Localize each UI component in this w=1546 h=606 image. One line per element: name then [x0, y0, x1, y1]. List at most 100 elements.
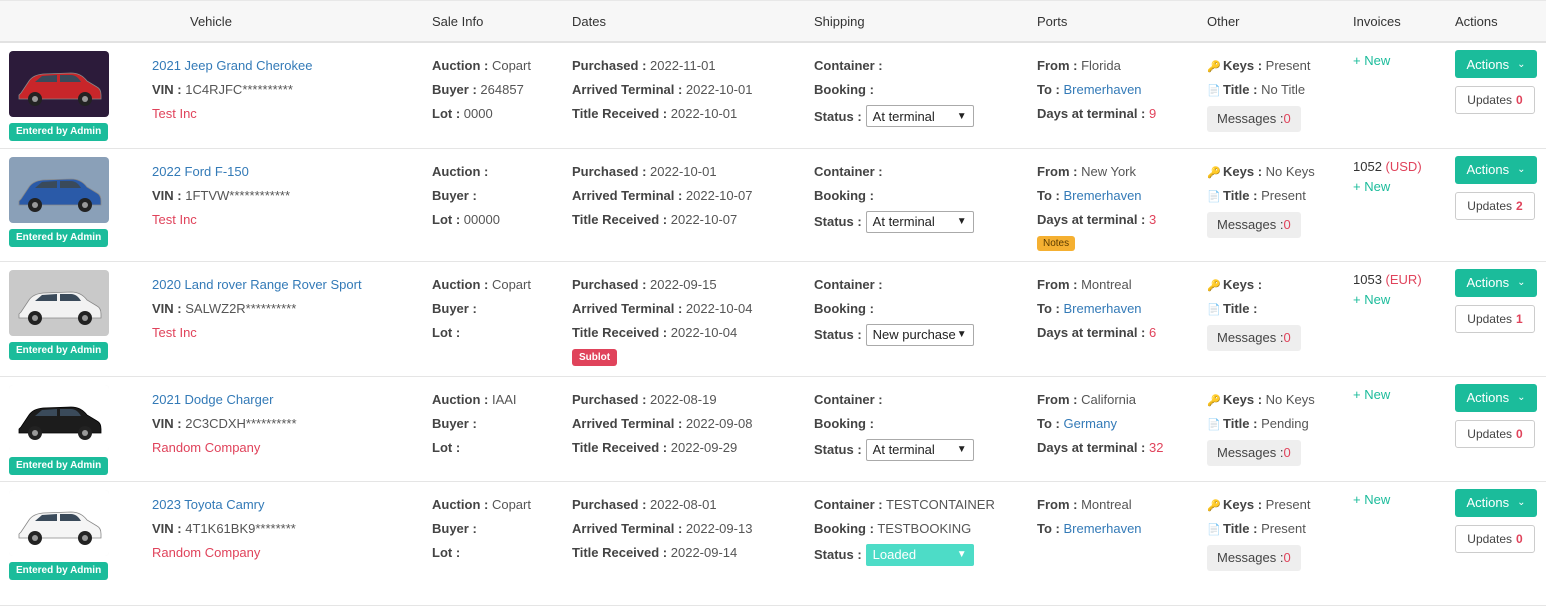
messages-button[interactable]: Messages :0	[1207, 211, 1301, 238]
company-link[interactable]: Test Inc	[152, 321, 432, 345]
vehicle-name-link[interactable]: 2023 Toyota Camry	[152, 493, 432, 517]
status-select[interactable]: At terminal ▼	[865, 105, 974, 127]
chevron-down-icon: ⌄	[1517, 164, 1526, 175]
new-invoice-link[interactable]: + New	[1353, 385, 1455, 405]
purchased-line: Purchased : 2022-09-15	[572, 276, 717, 292]
title-line: 📄 Title :	[1207, 297, 1353, 321]
document-icon: 📄	[1207, 523, 1221, 536]
document-icon: 📄	[1207, 85, 1221, 97]
vehicle-photo[interactable]	[9, 156, 109, 223]
auction-line: Auction : IAAI	[432, 391, 517, 407]
messages-button[interactable]: Messages :0	[1207, 324, 1301, 351]
new-invoice-link[interactable]: + New	[1353, 177, 1455, 197]
messages-button[interactable]: Messages :0	[1207, 544, 1301, 571]
vehicle-photo[interactable]	[9, 384, 109, 451]
status-select[interactable]: New purchase ▼	[865, 323, 974, 346]
header-dates: Dates	[572, 0, 814, 43]
days-line: Days at terminal : 9	[1037, 106, 1157, 121]
vehicle-photo[interactable]	[9, 269, 109, 336]
company-link[interactable]: Random Company	[152, 436, 432, 460]
new-invoice-link[interactable]: + New	[1353, 51, 1455, 71]
actions-button[interactable]: Actions ⌄	[1455, 383, 1537, 412]
title-line: 📄 Title : No Title	[1207, 78, 1353, 102]
updates-button[interactable]: Updates 0	[1455, 419, 1535, 448]
car-illustration	[9, 489, 109, 556]
actions-button[interactable]: Actions ⌄	[1455, 50, 1537, 78]
title-received-line: Title Received : 2022-09-14	[572, 544, 738, 560]
status-select[interactable]: At terminal ▼	[865, 210, 974, 233]
title-line: 📄 Title : Present	[1207, 517, 1353, 541]
invoice-entry[interactable]: 1052 (USD)	[1353, 157, 1455, 177]
status-select[interactable]: At terminal ▼	[865, 438, 974, 461]
lot-line: Lot :	[432, 439, 461, 455]
entered-by-badge: Entered by Admin	[9, 561, 109, 580]
booking-line: Booking : TESTBOOKING	[814, 520, 972, 536]
booking-line: Booking :	[814, 415, 874, 431]
days-line: Days at terminal : 6	[1037, 324, 1157, 340]
messages-button[interactable]: Messages :0	[1207, 106, 1301, 132]
updates-button[interactable]: Updates 2	[1455, 191, 1535, 220]
status-line: Status : At terminal ▼	[814, 208, 1037, 236]
from-line: From : New York	[1037, 163, 1136, 179]
vehicle-name-link[interactable]: 2021 Dodge Charger	[152, 388, 432, 412]
purchased-line: Purchased : 2022-11-01	[572, 58, 716, 73]
updates-button[interactable]: Updates 1	[1455, 304, 1535, 333]
table-row: Entered by Admin 2022 Ford F-150 VIN : 1FT…	[0, 148, 1546, 262]
buyer-line: Buyer :	[432, 300, 477, 316]
invoice-entry[interactable]: 1053 (EUR)	[1353, 270, 1455, 290]
buyer-line: Buyer :	[432, 415, 477, 431]
container-line: Container :	[814, 391, 883, 407]
auction-line: Auction : Copart	[432, 276, 531, 292]
arrived-line: Arrived Terminal : 2022-10-01	[572, 82, 753, 97]
entered-by-badge: Entered by Admin	[9, 341, 109, 360]
company-link[interactable]: Test Inc	[152, 102, 432, 126]
messages-button[interactable]: Messages :0	[1207, 439, 1301, 466]
status-line: Status : Loaded ▼	[814, 541, 1037, 569]
vin-line: VIN : SALWZ2R**********	[152, 300, 297, 316]
vehicle-name-link[interactable]: 2022 Ford F-150	[152, 160, 432, 184]
updates-button[interactable]: Updates 0	[1455, 86, 1535, 114]
actions-button[interactable]: Actions ⌄	[1455, 268, 1537, 297]
table-header: Vehicle Sale Info Dates Shipping Ports O…	[0, 0, 1546, 43]
header-vehicle: Vehicle	[152, 0, 432, 43]
buyer-line: Buyer : 264857	[432, 82, 524, 97]
title-received-line: Title Received : 2022-10-07	[572, 211, 738, 227]
vehicle-name-link[interactable]: 2021 Jeep Grand Cherokee	[152, 54, 432, 78]
title-line: 📄 Title : Present	[1207, 184, 1353, 208]
status-line: Status : At terminal ▼	[814, 436, 1037, 464]
title-line: 📄 Title : Pending	[1207, 412, 1353, 436]
vin-line: VIN : 4T1K61BK9********	[152, 520, 296, 536]
header-ports: Ports	[1037, 0, 1207, 43]
key-icon: 🔑	[1207, 279, 1221, 292]
new-invoice-link[interactable]: + New	[1353, 290, 1455, 310]
vehicle-photo[interactable]	[9, 489, 109, 556]
to-line: To : Bremerhaven	[1037, 300, 1142, 316]
document-icon: 📄	[1207, 303, 1221, 316]
booking-line: Booking :	[814, 300, 874, 316]
buyer-line: Buyer :	[432, 520, 477, 536]
actions-button[interactable]: Actions ⌄	[1455, 155, 1537, 184]
actions-button[interactable]: Actions ⌄	[1455, 488, 1537, 517]
header-sale-info: Sale Info	[432, 0, 572, 43]
notes-tag[interactable]: Notes	[1037, 235, 1076, 251]
container-line: Container :	[814, 276, 883, 292]
purchased-line: Purchased : 2022-08-01	[572, 496, 717, 512]
container-line: Container :	[814, 58, 883, 73]
vehicle-photo[interactable]	[9, 51, 109, 117]
status-select[interactable]: Loaded ▼	[865, 543, 974, 566]
days-line: Days at terminal : 3	[1037, 211, 1157, 227]
updates-button[interactable]: Updates 0	[1455, 524, 1535, 553]
new-invoice-link[interactable]: + New	[1353, 490, 1455, 510]
company-link[interactable]: Test Inc	[152, 208, 432, 232]
buyer-line: Buyer :	[432, 187, 477, 203]
document-icon: 📄	[1207, 190, 1221, 203]
purchased-line: Purchased : 2022-10-01	[572, 163, 717, 179]
status-line: Status : New purchase ▼	[814, 321, 1037, 349]
car-illustration	[9, 269, 109, 336]
company-link[interactable]: Random Company	[152, 541, 432, 565]
lot-line: Lot : 0000	[432, 106, 493, 121]
status-line: Status : At terminal ▼	[814, 102, 1037, 130]
key-icon: 🔑	[1207, 61, 1221, 73]
vehicle-name-link[interactable]: 2020 Land rover Range Rover Sport	[152, 273, 432, 297]
from-line: From : Montreal	[1037, 276, 1132, 292]
